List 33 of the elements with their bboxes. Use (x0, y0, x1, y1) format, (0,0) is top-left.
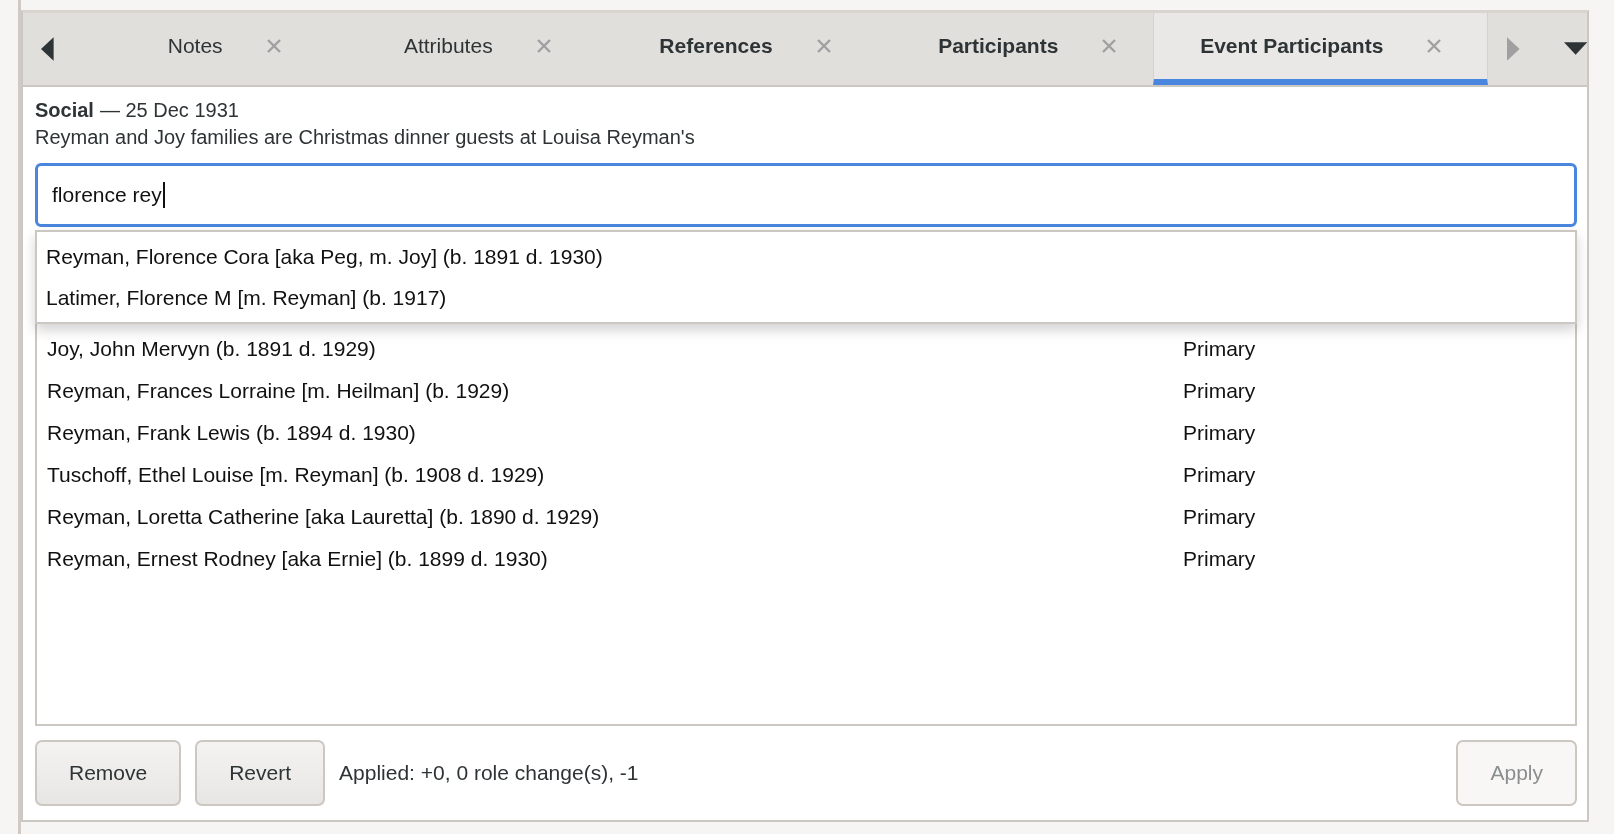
close-icon[interactable] (1102, 39, 1117, 53)
action-button[interactable]: Remove (35, 740, 182, 806)
close-icon[interactable] (536, 39, 551, 53)
participant-name: Joy, John Mervyn (b. 1891 d. 1929) (47, 337, 377, 361)
event-type: Social (35, 99, 94, 122)
tab[interactable]: Notes (82, 13, 336, 85)
participant-role: Primary (1183, 337, 1256, 361)
status-text: Applied: +0, 0 role change(s), -1 (339, 761, 639, 785)
close-icon[interactable] (1427, 39, 1442, 53)
tab[interactable]: Participants (871, 13, 1154, 85)
tab[interactable]: References (588, 13, 872, 85)
participant-role: Primary (1183, 421, 1256, 445)
dropdown-icon[interactable] (1563, 42, 1587, 56)
participant-role: Primary (1183, 379, 1256, 403)
event-date: — 25 Dec 1931 (99, 99, 239, 122)
participant-role: Primary (1183, 505, 1256, 529)
scroll-left-icon[interactable] (41, 37, 55, 61)
suggestion-item[interactable]: Reyman, Florence Cora [aka Peg, m. Joy] (b. 1891 d. 1930) (37, 236, 1575, 277)
tab[interactable]: Event Participants (1153, 13, 1489, 85)
participant-name: Reyman, Ernest Rodney [aka Ernie] (b. 1899 d. 1930) (47, 547, 549, 571)
search-field[interactable]: florence rey (35, 163, 1577, 227)
participant-name: Reyman, Loretta Catherine [aka Lauretta] (b. 1890 d. 1929) (47, 505, 601, 529)
participant-name: Reyman, Frank Lewis (b. 1894 d. 1930) (47, 421, 417, 445)
participant-name: Reyman, Frances Lorraine [m. Heilman] (b. 1929) (47, 379, 511, 403)
participant-role: Primary (1183, 547, 1256, 571)
event-description: Reyman and Joy families are Christmas dinner guests at Louisa Reyman's (35, 126, 696, 149)
tab[interactable]: Attributes (335, 13, 589, 85)
participant-role: Primary (1183, 463, 1256, 487)
action-button[interactable]: Revert (195, 740, 326, 806)
close-icon[interactable] (266, 39, 281, 53)
close-icon[interactable] (816, 39, 831, 53)
suggestion-item[interactable]: Latimer, Florence M [m. Reyman] (b. 1917) (37, 277, 1575, 318)
participant-name: Tuschoff, Ethel Louise [m. Reyman] (b. 1908 d. 1929) (47, 463, 546, 487)
